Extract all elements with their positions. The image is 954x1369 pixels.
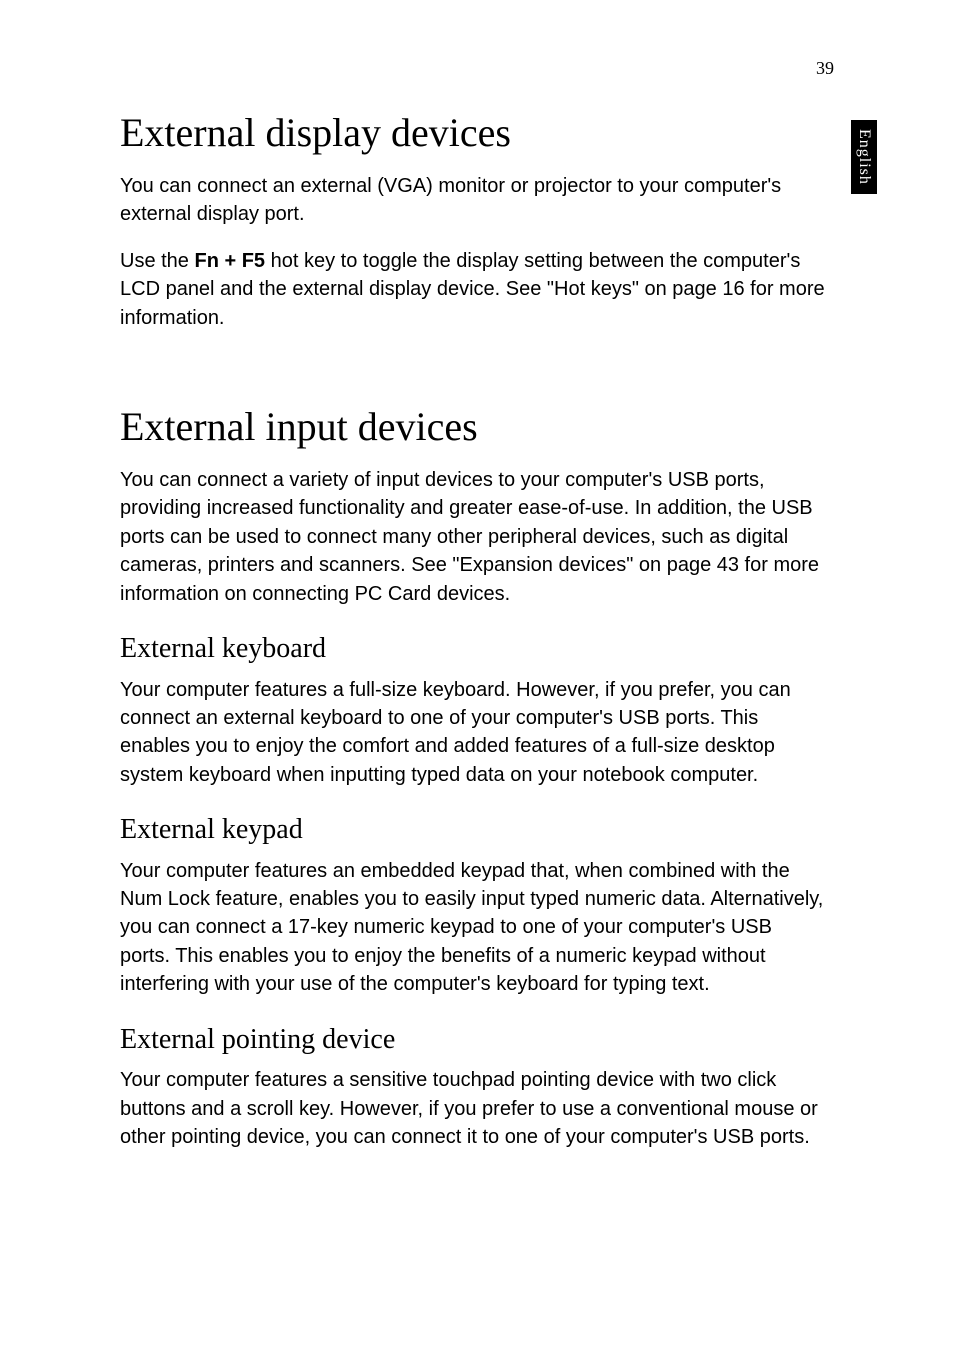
paragraph-input-1: You can connect a variety of input devic… [120, 466, 825, 608]
hotkey-label: Fn + F5 [194, 250, 265, 272]
heading-external-keypad: External keypad [120, 813, 825, 847]
heading-external-display-devices: External display devices [120, 110, 825, 156]
paragraph-display-2: Use the Fn + F5 hot key to toggle the di… [120, 247, 825, 332]
paragraph-keypad-1: Your computer features an embedded keypa… [120, 857, 825, 999]
paragraph-pointing-1: Your computer features a sensitive touch… [120, 1066, 825, 1151]
heading-external-keyboard: External keyboard [120, 632, 825, 666]
document-page: 39 English External display devices You … [0, 0, 954, 1369]
heading-external-pointing-device: External pointing device [120, 1023, 825, 1057]
paragraph-display-1: You can connect an external (VGA) monito… [120, 172, 825, 229]
text-fragment: Use the [120, 250, 194, 272]
paragraph-keyboard-1: Your computer features a full-size keybo… [120, 676, 825, 790]
page-content: External display devices You can connect… [120, 110, 825, 1151]
heading-external-input-devices: External input devices [120, 404, 825, 450]
language-tab: English [851, 120, 877, 194]
page-number: 39 [816, 58, 834, 79]
